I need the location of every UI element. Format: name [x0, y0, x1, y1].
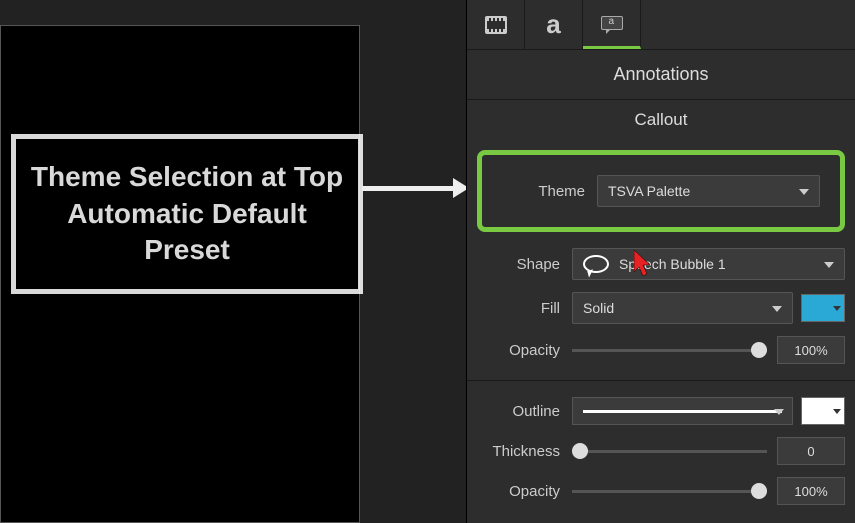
divider [467, 380, 855, 381]
tab-media[interactable] [467, 0, 525, 49]
shape-dropdown[interactable]: Speech Bubble 1 [572, 248, 845, 280]
speech-bubble-shape-icon [583, 255, 609, 273]
speech-bubble-icon: a [601, 16, 623, 30]
fill-opacity-slider[interactable] [572, 340, 767, 360]
panel-subtitle: Callout [467, 99, 855, 140]
theme-highlight: Theme TSVA Palette [477, 150, 845, 232]
panel-title: Annotations [467, 50, 855, 99]
canvas[interactable]: Theme Selection at Top Automatic Default… [0, 25, 360, 523]
fill-dropdown[interactable]: Solid [572, 292, 793, 324]
theme-dropdown[interactable]: TSVA Palette [597, 175, 820, 207]
theme-value: TSVA Palette [608, 183, 690, 199]
outline-label: Outline [477, 403, 572, 420]
thickness-value[interactable]: 0 [777, 437, 845, 465]
canvas-area: Theme Selection at Top Automatic Default… [0, 0, 466, 523]
outline-opacity-slider[interactable] [572, 481, 767, 501]
fill-color-swatch[interactable] [801, 294, 845, 322]
outline-opacity-value[interactable]: 100% [777, 477, 845, 505]
outline-opacity-label: Opacity [477, 483, 572, 500]
chevron-down-icon [833, 409, 841, 414]
chevron-down-icon [833, 306, 841, 311]
theme-label: Theme [502, 183, 597, 200]
pointer-arrow [362, 183, 467, 193]
panel-tabs: a a [467, 0, 855, 50]
fill-value: Solid [583, 300, 614, 316]
chevron-down-icon [772, 306, 782, 312]
fill-opacity-label: Opacity [477, 342, 572, 359]
callout-text: Theme Selection at Top Automatic Default… [26, 159, 348, 268]
outline-preview-line [583, 410, 782, 413]
shape-value: Speech Bubble 1 [619, 256, 726, 272]
chevron-down-icon [799, 189, 809, 195]
chevron-down-icon [824, 262, 834, 268]
shape-label: Shape [477, 256, 572, 273]
chevron-down-icon [774, 409, 784, 415]
properties-panel: a a Annotations Callout Theme TSVA Palet… [466, 0, 855, 523]
outline-color-swatch[interactable] [801, 397, 845, 425]
thickness-slider[interactable] [572, 441, 767, 461]
tab-annotations[interactable]: a [583, 0, 641, 49]
fill-label: Fill [477, 300, 572, 317]
outline-style-dropdown[interactable] [572, 397, 793, 425]
thickness-label: Thickness [477, 443, 572, 460]
fill-opacity-value[interactable]: 100% [777, 336, 845, 364]
film-icon [485, 16, 507, 34]
tab-text[interactable]: a [525, 0, 583, 49]
callout-annotation[interactable]: Theme Selection at Top Automatic Default… [11, 134, 363, 294]
